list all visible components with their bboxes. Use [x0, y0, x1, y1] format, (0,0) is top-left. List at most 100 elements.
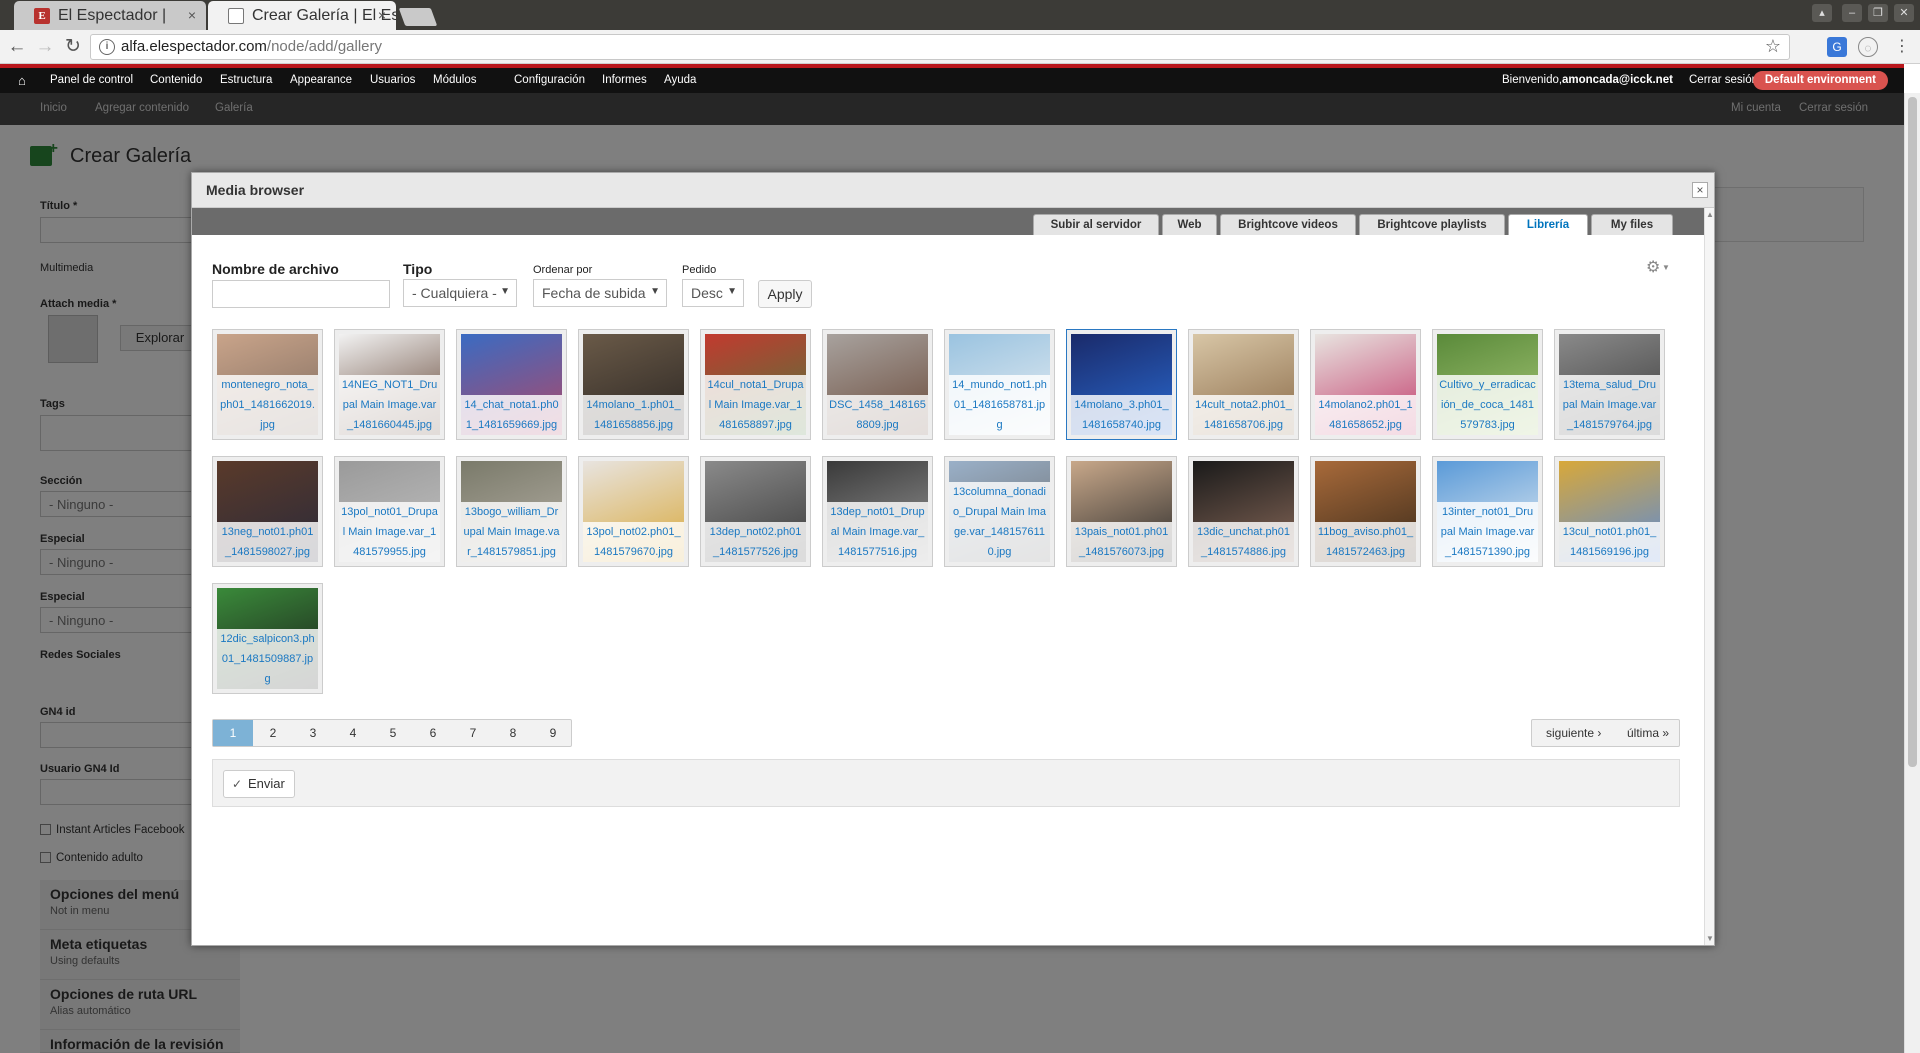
- tab-close-icon[interactable]: ×: [378, 1, 386, 30]
- thumbnail-filename: 12dic_salpicon3.ph01_1481509887.jpg: [217, 629, 318, 689]
- submit-bar: ✓ Enviar: [212, 759, 1680, 807]
- media-thumbnail[interactable]: 13columna_donadio_Drupal Main Image.var_…: [944, 456, 1055, 567]
- enviar-button[interactable]: ✓ Enviar: [223, 770, 295, 798]
- window-close-icon[interactable]: ✕: [1894, 4, 1914, 22]
- thumbnail-filename: 13pais_not01.ph01_1481576073.jpg: [1071, 522, 1172, 562]
- page-scrollbar[interactable]: [1904, 93, 1920, 1053]
- page-3[interactable]: 3: [293, 720, 333, 746]
- page-6[interactable]: 6: [413, 720, 453, 746]
- admin-item-appearance[interactable]: Appearance: [290, 68, 352, 93]
- media-thumbnail[interactable]: montenegro_nota_ph01_1481662019.jpg: [212, 329, 323, 440]
- back-arrow-icon[interactable]: ←: [6, 36, 28, 58]
- window-up-icon[interactable]: ▴: [1812, 4, 1832, 22]
- admin-item-configuracion[interactable]: Configuración: [514, 68, 585, 93]
- media-thumbnail[interactable]: 13pol_not02.ph01_1481579670.jpg: [578, 456, 689, 567]
- scroll-down-icon[interactable]: ▼: [1706, 934, 1714, 943]
- dialog-scrollbar[interactable]: ▲ ▼: [1704, 208, 1714, 945]
- media-thumbnail[interactable]: 12dic_salpicon3.ph01_1481509887.jpg: [212, 583, 323, 694]
- tab-brightcove-playlists[interactable]: Brightcove playlists: [1359, 214, 1505, 235]
- browser-tabstrip: E El Espectador | × Crear Galería | El E…: [0, 0, 1920, 30]
- address-bar[interactable]: i alfa.elespectador.com/node/add/gallery…: [90, 34, 1790, 60]
- tab-close-icon[interactable]: ×: [188, 1, 196, 30]
- media-thumbnail[interactable]: 13tema_salud_Drupal Main Image.var_14815…: [1554, 329, 1665, 440]
- sort-select[interactable]: Fecha de subida ▼: [533, 279, 667, 307]
- tab-libreria[interactable]: Librería: [1508, 214, 1588, 235]
- new-tab-button[interactable]: [398, 8, 438, 26]
- admin-item-modulos[interactable]: Módulos: [433, 68, 476, 93]
- media-thumbnail[interactable]: 13bogo_william_Drupal Main Image.var_148…: [456, 456, 567, 567]
- user-link[interactable]: amoncada@icck.net: [1562, 68, 1673, 93]
- media-thumbnail[interactable]: 13dic_unchat.ph01_1481574886.jpg: [1188, 456, 1299, 567]
- thumbnail-filename: 13tema_salud_Drupal Main Image.var_14815…: [1559, 375, 1660, 435]
- media-thumbnail[interactable]: 13cul_not01.ph01_1481569196.jpg: [1554, 456, 1665, 567]
- bookmark-star-icon[interactable]: ☆: [1765, 36, 1781, 57]
- admin-item-panel[interactable]: Panel de control: [50, 68, 133, 93]
- media-thumbnail[interactable]: Cultivo_y_erradicación_de_coca_148157978…: [1432, 329, 1543, 440]
- translate-extension-icon[interactable]: G: [1827, 37, 1847, 57]
- sort-label: Ordenar por: [533, 264, 593, 276]
- info-icon[interactable]: i: [99, 39, 115, 55]
- pager-next-link[interactable]: siguiente ›: [1546, 720, 1601, 746]
- media-thumbnail[interactable]: 14molano_3.ph01_1481658740.jpg: [1066, 329, 1177, 440]
- page-8[interactable]: 8: [493, 720, 533, 746]
- media-thumbnail[interactable]: 13pol_not01_Drupal Main Image.var_148157…: [334, 456, 445, 567]
- media-thumbnail[interactable]: 14NEG_NOT1_Drupal Main Image.var_1481660…: [334, 329, 445, 440]
- type-select[interactable]: - Cualquiera - ▼: [403, 279, 517, 307]
- media-browser-tabs: Subir al servidor Web Brightcove videos …: [192, 208, 1704, 235]
- menu-dots-icon[interactable]: ⋮: [1892, 37, 1912, 57]
- order-select[interactable]: Desc ▼: [682, 279, 744, 307]
- chevron-down-icon[interactable]: ▼: [1662, 263, 1670, 272]
- tab-my-files[interactable]: My files: [1591, 214, 1673, 235]
- media-thumbnail[interactable]: 14_chat_nota1.ph01_1481659669.jpg: [456, 329, 567, 440]
- page-5[interactable]: 5: [373, 720, 413, 746]
- environment-badge: Default environment: [1752, 71, 1888, 90]
- media-thumbnail[interactable]: DSC_1458_1481658809.jpg: [822, 329, 933, 440]
- window-restore-icon[interactable]: ❐: [1868, 4, 1888, 22]
- enviar-label: Enviar: [248, 776, 285, 791]
- media-thumbnail[interactable]: 14_mundo_not1.ph01_1481658781.jpg: [944, 329, 1055, 440]
- tab-subir-servidor[interactable]: Subir al servidor: [1033, 214, 1159, 235]
- media-thumbnail[interactable]: 13inter_not01_Drupal Main Image.var_1481…: [1432, 456, 1543, 567]
- page-2[interactable]: 2: [253, 720, 293, 746]
- browser-tab-crear-galeria[interactable]: Crear Galería | El Es ×: [208, 1, 396, 30]
- admin-item-informes[interactable]: Informes: [602, 68, 647, 93]
- home-icon[interactable]: ⌂: [18, 68, 26, 93]
- gear-icon[interactable]: ⚙: [1646, 257, 1660, 277]
- dialog-close-button[interactable]: ×: [1692, 182, 1708, 198]
- logout-link[interactable]: Cerrar sesión: [1689, 68, 1758, 93]
- browser-tab-el-espectador[interactable]: E El Espectador | ×: [14, 1, 206, 30]
- tab-brightcove-videos[interactable]: Brightcove videos: [1220, 214, 1356, 235]
- page-7[interactable]: 7: [453, 720, 493, 746]
- forward-arrow-icon[interactable]: →: [34, 36, 56, 58]
- pager-last-link[interactable]: última »: [1627, 720, 1669, 746]
- extension-icon[interactable]: ◌: [1858, 37, 1878, 57]
- media-thumbnail[interactable]: 14molano_1.ph01_1481658856.jpg: [578, 329, 689, 440]
- reload-icon[interactable]: ↻: [62, 36, 84, 58]
- media-thumbnail[interactable]: 13dep_not01_Drupal Main Image.var_148157…: [822, 456, 933, 567]
- media-thumbnail[interactable]: 13pais_not01.ph01_1481576073.jpg: [1066, 456, 1177, 567]
- pager-next-last: siguiente › última »: [1531, 719, 1680, 747]
- page-9[interactable]: 9: [533, 720, 573, 746]
- media-thumbnail[interactable]: 14molano2.ph01_1481658652.jpg: [1310, 329, 1421, 440]
- site-favicon-icon: E: [34, 8, 50, 24]
- window-minimize-icon[interactable]: –: [1842, 4, 1862, 22]
- thumbnail-filename: 14_chat_nota1.ph01_1481659669.jpg: [461, 395, 562, 435]
- thumbnail-filename: 13inter_not01_Drupal Main Image.var_1481…: [1437, 502, 1538, 562]
- scrollbar-thumb[interactable]: [1908, 97, 1917, 767]
- dropdown-arrow-icon: ▼: [727, 286, 737, 297]
- media-thumbnail[interactable]: 13neg_not01.ph01_1481598027.jpg: [212, 456, 323, 567]
- admin-item-usuarios[interactable]: Usuarios: [370, 68, 415, 93]
- media-thumbnail[interactable]: 14cul_nota1_Drupal Main Image.var_148165…: [700, 329, 811, 440]
- media-thumbnail[interactable]: 11bog_aviso.ph01_1481572463.jpg: [1310, 456, 1421, 567]
- media-thumbnail[interactable]: 13dep_not02.ph01_1481577526.jpg: [700, 456, 811, 567]
- filename-input[interactable]: [212, 280, 390, 308]
- scroll-up-icon[interactable]: ▲: [1706, 210, 1714, 219]
- apply-button[interactable]: Apply: [758, 280, 812, 308]
- page-4[interactable]: 4: [333, 720, 373, 746]
- page-1[interactable]: 1: [213, 720, 253, 746]
- admin-item-estructura[interactable]: Estructura: [220, 68, 272, 93]
- tab-web[interactable]: Web: [1162, 214, 1217, 235]
- media-thumbnail[interactable]: 14cult_nota2.ph01_1481658706.jpg: [1188, 329, 1299, 440]
- admin-item-ayuda[interactable]: Ayuda: [664, 68, 696, 93]
- admin-item-contenido[interactable]: Contenido: [150, 68, 202, 93]
